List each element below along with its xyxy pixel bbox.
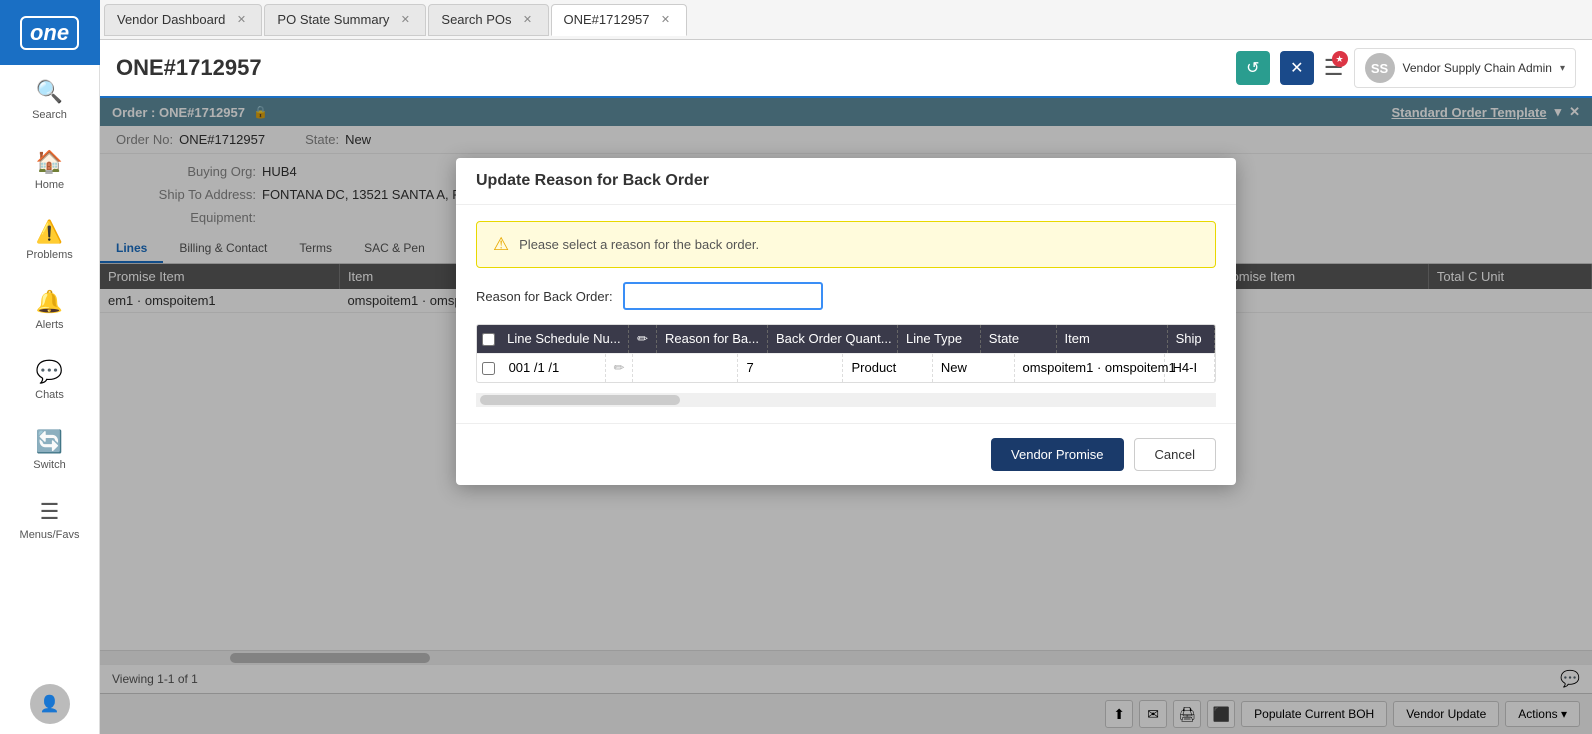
cell-boq: 7	[738, 354, 843, 382]
notification-area[interactable]: ☰ ★	[1324, 55, 1344, 81]
sidebar-label-menus: Menus/Favs	[20, 529, 80, 541]
content-area: Order : ONE#1712957 🔒 Standard Order Tem…	[100, 98, 1592, 734]
modal-grid-row: 001 /1 /1 ✏ 7 Product New omspoitem1 · o…	[477, 353, 1215, 382]
header-bar: ONE#1712957 ↺ ✕ ☰ ★ SS Vendor Supply Cha…	[100, 40, 1592, 98]
tab-one-1712957[interactable]: ONE#1712957 ✕	[551, 4, 687, 36]
cell-edit[interactable]: ✏	[606, 354, 634, 382]
cell-line-type: Product	[843, 354, 932, 382]
header-reason-col: Reason for Ba...	[657, 325, 768, 353]
tab-label-search-pos: Search POs	[441, 12, 511, 27]
user-area[interactable]: SS Vendor Supply Chain Admin ▾	[1354, 48, 1576, 88]
tab-vendor-dashboard[interactable]: Vendor Dashboard ✕	[104, 4, 262, 36]
sidebar-label-alerts: Alerts	[35, 319, 63, 331]
tab-search-pos[interactable]: Search POs ✕	[428, 4, 548, 36]
reason-input[interactable]	[623, 282, 823, 310]
modal-footer: Vendor Promise Cancel	[456, 423, 1236, 485]
modal-scrollbar[interactable]	[476, 393, 1216, 407]
sidebar-item-menus[interactable]: ☰ Menus/Favs	[0, 485, 99, 555]
user-role: Vendor Supply Chain Admin	[1403, 61, 1552, 75]
tab-label-one-1712957: ONE#1712957	[564, 12, 650, 27]
refresh-button[interactable]: ↺	[1236, 51, 1270, 85]
modal-title: Update Reason for Back Order	[456, 158, 1236, 205]
notification-badge: ★	[1332, 51, 1348, 67]
page-title: ONE#1712957	[116, 55, 1236, 81]
sidebar-label-home: Home	[35, 179, 64, 191]
tab-close-one-1712957[interactable]: ✕	[658, 12, 674, 28]
header-line-schedule: Line Schedule Nu...	[499, 325, 629, 353]
vendor-promise-button[interactable]: Vendor Promise	[991, 438, 1124, 471]
switch-icon: 🔄	[36, 429, 63, 455]
user-avatar[interactable]: 👤	[30, 684, 70, 724]
chevron-down-icon: ▾	[1560, 63, 1565, 74]
tab-close-vendor-dashboard[interactable]: ✕	[233, 12, 249, 28]
alerts-icon: 🔔	[36, 289, 63, 315]
sidebar: one 🔍 Search 🏠 Home ⚠️ Problems 🔔 Alerts…	[0, 0, 100, 734]
row-checkbox-col	[477, 354, 501, 382]
tab-close-search-pos[interactable]: ✕	[520, 12, 536, 28]
modal-scroll-thumb	[480, 395, 680, 405]
modal-grid-header: Line Schedule Nu... ✏ Reason for Ba... B…	[477, 325, 1215, 353]
modal-grid: Line Schedule Nu... ✏ Reason for Ba... B…	[476, 324, 1216, 383]
tab-close-po-state-summary[interactable]: ✕	[397, 12, 413, 28]
home-icon: 🏠	[36, 149, 63, 175]
reason-field-row: Reason for Back Order:	[476, 282, 1216, 310]
tab-label-vendor-dashboard: Vendor Dashboard	[117, 12, 225, 27]
select-all-checkbox[interactable]	[482, 333, 495, 346]
tab-po-state-summary[interactable]: PO State Summary ✕	[264, 4, 426, 36]
sidebar-item-home[interactable]: 🏠 Home	[0, 135, 99, 205]
header-actions: ↺ ✕ ☰ ★ SS Vendor Supply Chain Admin ▾	[1236, 48, 1576, 88]
tab-bar: Vendor Dashboard ✕ PO State Summary ✕ Se…	[100, 0, 1592, 40]
header-checkbox-col	[477, 325, 499, 353]
main-area: Vendor Dashboard ✕ PO State Summary ✕ Se…	[100, 0, 1592, 734]
update-reason-modal: Update Reason for Back Order ⚠ Please se…	[456, 158, 1236, 485]
sidebar-label-search: Search	[32, 109, 67, 121]
sidebar-item-switch[interactable]: 🔄 Switch	[0, 415, 99, 485]
sidebar-label-chats: Chats	[35, 389, 64, 401]
cell-item: omspoitem1 · omspoitem1	[1015, 354, 1165, 382]
cell-state: New	[933, 354, 1015, 382]
cell-ship: H4-I	[1165, 354, 1215, 382]
sidebar-item-problems[interactable]: ⚠️ Problems	[0, 205, 99, 275]
header-edit-col: ✏	[629, 325, 657, 353]
chats-icon: 💬	[36, 359, 63, 385]
menus-icon: ☰	[40, 499, 60, 525]
sidebar-label-switch: Switch	[33, 459, 65, 471]
user-initials: SS	[1365, 53, 1395, 83]
sidebar-bottom: 👤	[30, 684, 70, 734]
header-boq-col: Back Order Quant...	[768, 325, 898, 353]
warning-icon: ⚠	[493, 234, 509, 255]
header-ship-col: Ship	[1168, 325, 1215, 353]
logo-text: one	[20, 16, 79, 50]
close-order-button[interactable]: ✕	[1280, 51, 1314, 85]
search-icon: 🔍	[36, 79, 63, 105]
header-state-col: State	[981, 325, 1057, 353]
tab-label-po-state-summary: PO State Summary	[277, 12, 389, 27]
app-logo[interactable]: one	[0, 0, 100, 65]
warning-banner: ⚠ Please select a reason for the back or…	[476, 221, 1216, 268]
cell-line-schedule: 001 /1 /1	[501, 354, 606, 382]
header-item-col: Item	[1057, 325, 1168, 353]
row-checkbox[interactable]	[482, 362, 495, 375]
sidebar-item-chats[interactable]: 💬 Chats	[0, 345, 99, 415]
sidebar-label-problems: Problems	[26, 249, 72, 261]
reason-label: Reason for Back Order:	[476, 289, 613, 304]
header-line-type-col: Line Type	[898, 325, 981, 353]
modal-overlay: Update Reason for Back Order ⚠ Please se…	[100, 98, 1592, 734]
warning-message: Please select a reason for the back orde…	[519, 237, 759, 252]
problems-icon: ⚠️	[36, 219, 63, 245]
sidebar-item-alerts[interactable]: 🔔 Alerts	[0, 275, 99, 345]
sidebar-item-search[interactable]: 🔍 Search	[0, 65, 99, 135]
cancel-button[interactable]: Cancel	[1134, 438, 1216, 471]
cell-reason	[633, 354, 738, 382]
modal-body: ⚠ Please select a reason for the back or…	[456, 205, 1236, 423]
